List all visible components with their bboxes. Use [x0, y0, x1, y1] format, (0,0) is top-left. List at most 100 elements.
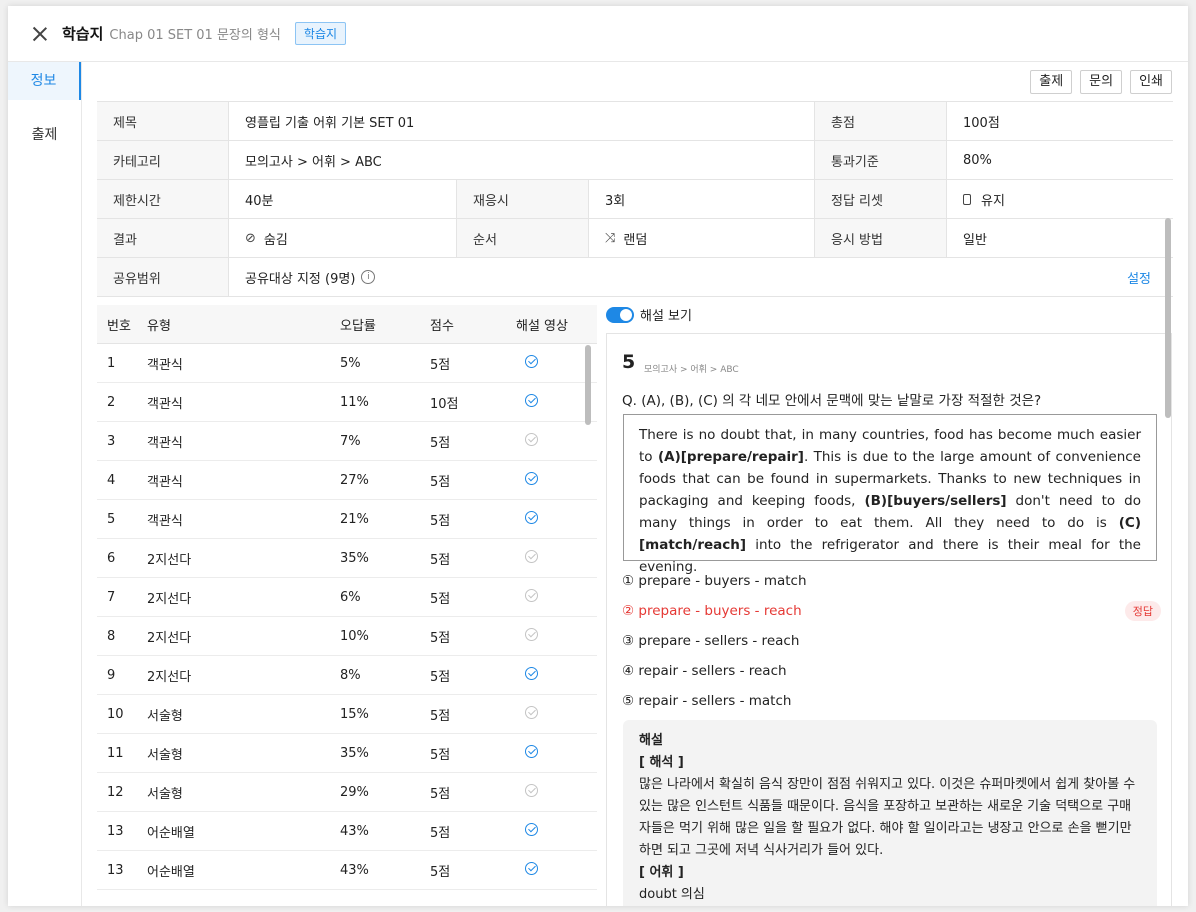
cell-type: 어순배열 — [147, 825, 195, 841]
check-circle-disabled-icon[interactable] — [525, 432, 538, 446]
cell-video — [510, 783, 590, 801]
cell-video — [510, 588, 590, 606]
option-1[interactable]: ① prepare - buyers - match — [622, 573, 807, 589]
cell-score: 5점 — [430, 747, 451, 763]
app-window: 학습지 Chap 01 SET 01 문장의 형식 학습지 정보 출제 출제 문… — [8, 6, 1188, 906]
info-value: 일반 — [963, 232, 987, 248]
info-icon[interactable]: i — [361, 270, 376, 284]
cell-number: 4 — [107, 472, 116, 488]
table-row[interactable]: 7 2지선다 6% 5점 — [97, 578, 597, 617]
check-circle-disabled-icon[interactable] — [525, 627, 538, 641]
table-row[interactable]: 13 어순배열 43% 5점 — [97, 812, 597, 851]
order-value: 랜덤 — [623, 232, 648, 248]
question-table: 번호 유형 오답률 점수 해설 영상 1 객관식 5% 5점 2 객관식 11% 10점 3 객관… — [97, 305, 597, 906]
info-label: 총점 — [815, 102, 947, 140]
table-row[interactable]: 4 객관식 27% 5점 — [97, 461, 597, 500]
check-circle-icon[interactable] — [525, 510, 538, 524]
sidebar-item-info[interactable]: 정보 — [8, 62, 81, 100]
sidebar-item-publish[interactable]: 출제 — [8, 116, 81, 154]
cell-type: 서술형 — [147, 747, 183, 763]
cell-score: 5점 — [430, 357, 451, 373]
check-circle-icon[interactable] — [525, 822, 538, 836]
check-circle-disabled-icon[interactable] — [525, 783, 538, 797]
cell-score: 5점 — [430, 786, 451, 802]
table-row[interactable]: 8 2지선다 10% 5점 — [97, 617, 597, 656]
table-row[interactable]: 3 객관식 7% 5점 — [97, 422, 597, 461]
table-row[interactable]: 5 객관식 21% 5점 — [97, 500, 597, 539]
option-2[interactable]: ② prepare - buyers - reach — [622, 603, 802, 619]
inquiry-button[interactable]: 문의 — [1080, 70, 1123, 94]
info-label: 순서 — [457, 219, 589, 257]
info-label: 통과기준 — [815, 141, 947, 179]
table-row[interactable]: 13 어순배열 43% 5점 — [97, 851, 597, 890]
toolbar: 출제 문의 인쇄 — [1030, 70, 1172, 94]
question-number: 5 — [622, 351, 636, 373]
check-circle-disabled-icon[interactable] — [525, 705, 538, 719]
cell-score: 5점 — [430, 669, 451, 685]
page-scrollbar[interactable] — [1165, 218, 1171, 418]
table-row[interactable]: 6 2지선다 35% 5점 — [97, 539, 597, 578]
print-button[interactable]: 인쇄 — [1130, 70, 1172, 94]
cell-number: 7 — [107, 589, 116, 605]
check-circle-disabled-icon[interactable] — [525, 549, 538, 563]
check-circle-disabled-icon[interactable] — [525, 588, 538, 602]
cell-wrong-rate: 6% — [340, 589, 361, 605]
table-row[interactable]: 10 서술형 15% 5점 — [97, 695, 597, 734]
list-scrollbar[interactable] — [585, 345, 591, 425]
cell-type: 2지선다 — [147, 669, 192, 685]
table-row[interactable]: 9 2지선다 8% 5점 — [97, 656, 597, 695]
cell-score: 5점 — [430, 825, 451, 841]
cell-number: 9 — [107, 667, 116, 683]
table-row[interactable]: 1 객관식 5% 5점 — [97, 344, 597, 383]
cell-score: 5점 — [430, 435, 451, 451]
info-label: 카테고리 — [97, 141, 229, 179]
cell-score: 5점 — [430, 513, 451, 529]
check-circle-icon[interactable] — [525, 666, 538, 680]
option-5[interactable]: ⑤ repair - sellers - match — [622, 693, 791, 709]
cell-wrong-rate: 27% — [340, 472, 369, 488]
cell-wrong-rate: 43% — [340, 862, 369, 878]
cell-wrong-rate: 29% — [340, 784, 369, 800]
cell-score: 5점 — [430, 708, 451, 724]
cell-wrong-rate: 11% — [340, 394, 369, 410]
question-text: Q. (A), (B), (C) 의 각 네모 안에서 문맥에 맞는 낱말로 가… — [622, 393, 1042, 409]
close-icon[interactable] — [30, 24, 50, 44]
table-row[interactable]: 12 서술형 29% 5점 — [97, 773, 597, 812]
cell-type: 서술형 — [147, 786, 183, 802]
check-circle-icon[interactable] — [525, 471, 538, 485]
info-label: 제목 — [97, 102, 229, 140]
col-header-wrong-rate: 오답률 — [340, 318, 376, 334]
option-4[interactable]: ④ repair - sellers - reach — [622, 663, 787, 679]
option-3[interactable]: ③ prepare - sellers - reach — [622, 633, 799, 649]
header: 학습지 Chap 01 SET 01 문장의 형식 학습지 — [8, 6, 1188, 62]
check-circle-icon[interactable] — [525, 861, 538, 875]
check-circle-icon[interactable] — [525, 744, 538, 758]
page-subtitle: Chap 01 SET 01 문장의 형식 — [109, 28, 281, 43]
col-header-video: 해설 영상 — [516, 318, 568, 334]
cell-type: 어순배열 — [147, 864, 195, 880]
table-row[interactable]: 11 서술형 35% 5점 — [97, 734, 597, 773]
page-title: 학습지 — [62, 25, 104, 43]
check-circle-icon[interactable] — [525, 354, 538, 368]
cell-wrong-rate: 7% — [340, 433, 361, 449]
cell-number: 1 — [107, 355, 116, 371]
cell-video — [510, 471, 590, 489]
cell-number: 3 — [107, 433, 116, 449]
share-settings-link[interactable]: 설정 — [1127, 268, 1151, 287]
cell-wrong-rate: 15% — [340, 706, 369, 722]
cell-wrong-rate: 35% — [340, 550, 369, 566]
table-row[interactable]: 2 객관식 11% 10점 — [97, 383, 597, 422]
publish-button[interactable]: 출제 — [1030, 70, 1073, 94]
check-circle-icon[interactable] — [525, 393, 538, 407]
cell-number: 6 — [107, 550, 116, 566]
explanation-toggle[interactable] — [606, 306, 634, 323]
info-label: 공유범위 — [97, 258, 229, 296]
cell-type: 객관식 — [147, 396, 183, 412]
cell-number: 8 — [107, 628, 116, 644]
info-value: 100점 — [963, 115, 1000, 131]
info-row: 결과 ⊘ 숨김 순서 ⤨ 랜덤 응시 방법 일반 — [97, 219, 1173, 258]
info-table: 제목 영플립 기출 어휘 기본 SET 01 총점 100점 카테고리 모의고사… — [97, 101, 1173, 297]
cell-type: 2지선다 — [147, 630, 192, 646]
cell-wrong-rate: 21% — [340, 511, 369, 527]
info-value: 80% — [963, 152, 992, 168]
